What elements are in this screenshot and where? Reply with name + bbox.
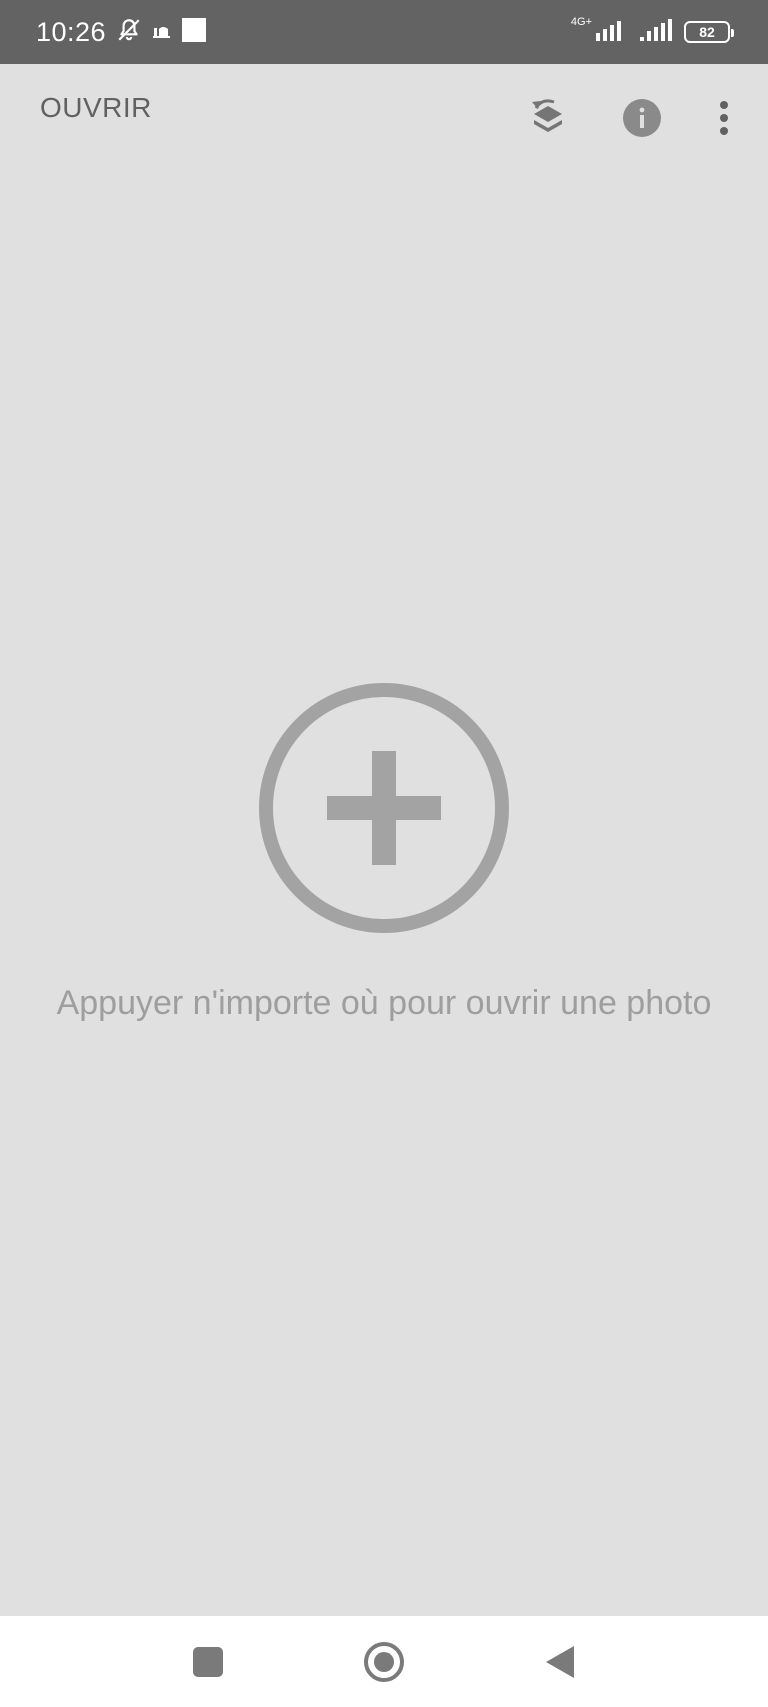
open-button[interactable]: OUVRIR bbox=[40, 92, 152, 124]
white-square-icon bbox=[182, 17, 207, 47]
more-vert-icon[interactable] bbox=[700, 94, 748, 142]
open-photo-area[interactable]: Appuyer n'importe où pour ouvrir une pho… bbox=[0, 176, 768, 1616]
network-type: 4G+ bbox=[570, 15, 592, 28]
bell-off-icon bbox=[116, 17, 142, 48]
status-bar: 10:26 4G+ 82 bbox=[0, 0, 768, 64]
notification-app-icon bbox=[152, 20, 172, 45]
signal-icon bbox=[596, 19, 630, 46]
status-left: 10:26 bbox=[36, 0, 207, 64]
battery-level: 82 bbox=[699, 24, 715, 40]
navigation-bar bbox=[0, 1616, 768, 1707]
open-photo-hint: Appuyer n'importe où pour ouvrir une pho… bbox=[56, 984, 712, 1022]
status-time: 10:26 bbox=[36, 16, 107, 47]
add-circle-icon[interactable] bbox=[257, 681, 511, 935]
info-icon[interactable] bbox=[618, 94, 666, 142]
top-app-bar: OUVRIR bbox=[0, 64, 768, 176]
status-right: 4G+ 82 bbox=[570, 0, 734, 64]
recent-apps-icon[interactable] bbox=[180, 1634, 236, 1690]
back-icon[interactable] bbox=[532, 1634, 588, 1690]
battery-icon: 82 bbox=[684, 21, 734, 43]
signal-icon bbox=[640, 18, 674, 46]
layers-revert-icon[interactable] bbox=[524, 94, 572, 142]
home-icon[interactable] bbox=[356, 1634, 412, 1690]
